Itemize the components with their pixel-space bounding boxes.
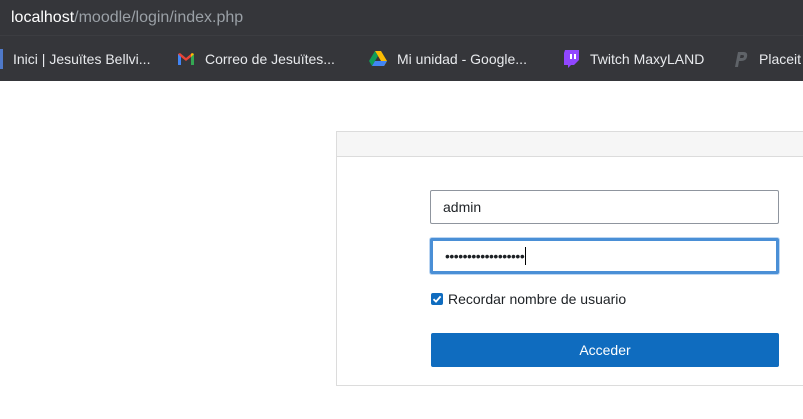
- google-drive-icon: [369, 50, 387, 68]
- bookmark-drive[interactable]: Mi unidad - Google...: [369, 36, 527, 81]
- bookmark-correo[interactable]: Correo de Jesuïtes...: [177, 36, 335, 81]
- remember-username[interactable]: Recordar nombre de usuario: [431, 290, 626, 308]
- password-input[interactable]: ••••••••••••••••••: [430, 238, 779, 274]
- placeit-icon: [731, 50, 749, 68]
- bookmark-label: Twitch MaxyLAND: [590, 51, 705, 67]
- bookmark-placeit[interactable]: Placeit: [731, 36, 801, 81]
- text-caret: [525, 247, 527, 265]
- bookmark-inici[interactable]: Inici | Jesuïtes Bellvi...: [0, 36, 150, 81]
- bookmarks-bar: Inici | Jesuïtes Bellvi... Correo de Jes…: [0, 35, 803, 81]
- url-host: localhost: [11, 8, 75, 26]
- password-value: ••••••••••••••••••: [445, 248, 525, 264]
- bookmark-color-bar-icon: [0, 49, 3, 69]
- remember-checkbox[interactable]: [431, 293, 443, 305]
- bookmark-label: Placeit: [759, 51, 802, 67]
- username-input[interactable]: admin: [430, 190, 779, 224]
- gmail-icon: [177, 50, 195, 68]
- login-button[interactable]: Acceder: [431, 333, 779, 367]
- bookmark-twitch[interactable]: Twitch MaxyLAND: [562, 36, 704, 81]
- url-text[interactable]: localhost/moodle/login/index.php: [11, 9, 243, 27]
- bookmark-label: Inici | Jesuïtes Bellvi...: [13, 51, 151, 67]
- username-value: admin: [443, 199, 482, 215]
- login-card-header: [337, 132, 803, 157]
- check-icon: [432, 295, 442, 303]
- bookmark-label: Correo de Jesuïtes...: [205, 51, 335, 67]
- twitch-icon: [562, 50, 580, 68]
- remember-label: Recordar nombre de usuario: [448, 291, 627, 307]
- address-bar[interactable]: localhost/moodle/login/index.php: [0, 0, 803, 35]
- bookmark-label: Mi unidad - Google...: [397, 51, 527, 67]
- url-path: /moodle/login/index.php: [74, 8, 244, 26]
